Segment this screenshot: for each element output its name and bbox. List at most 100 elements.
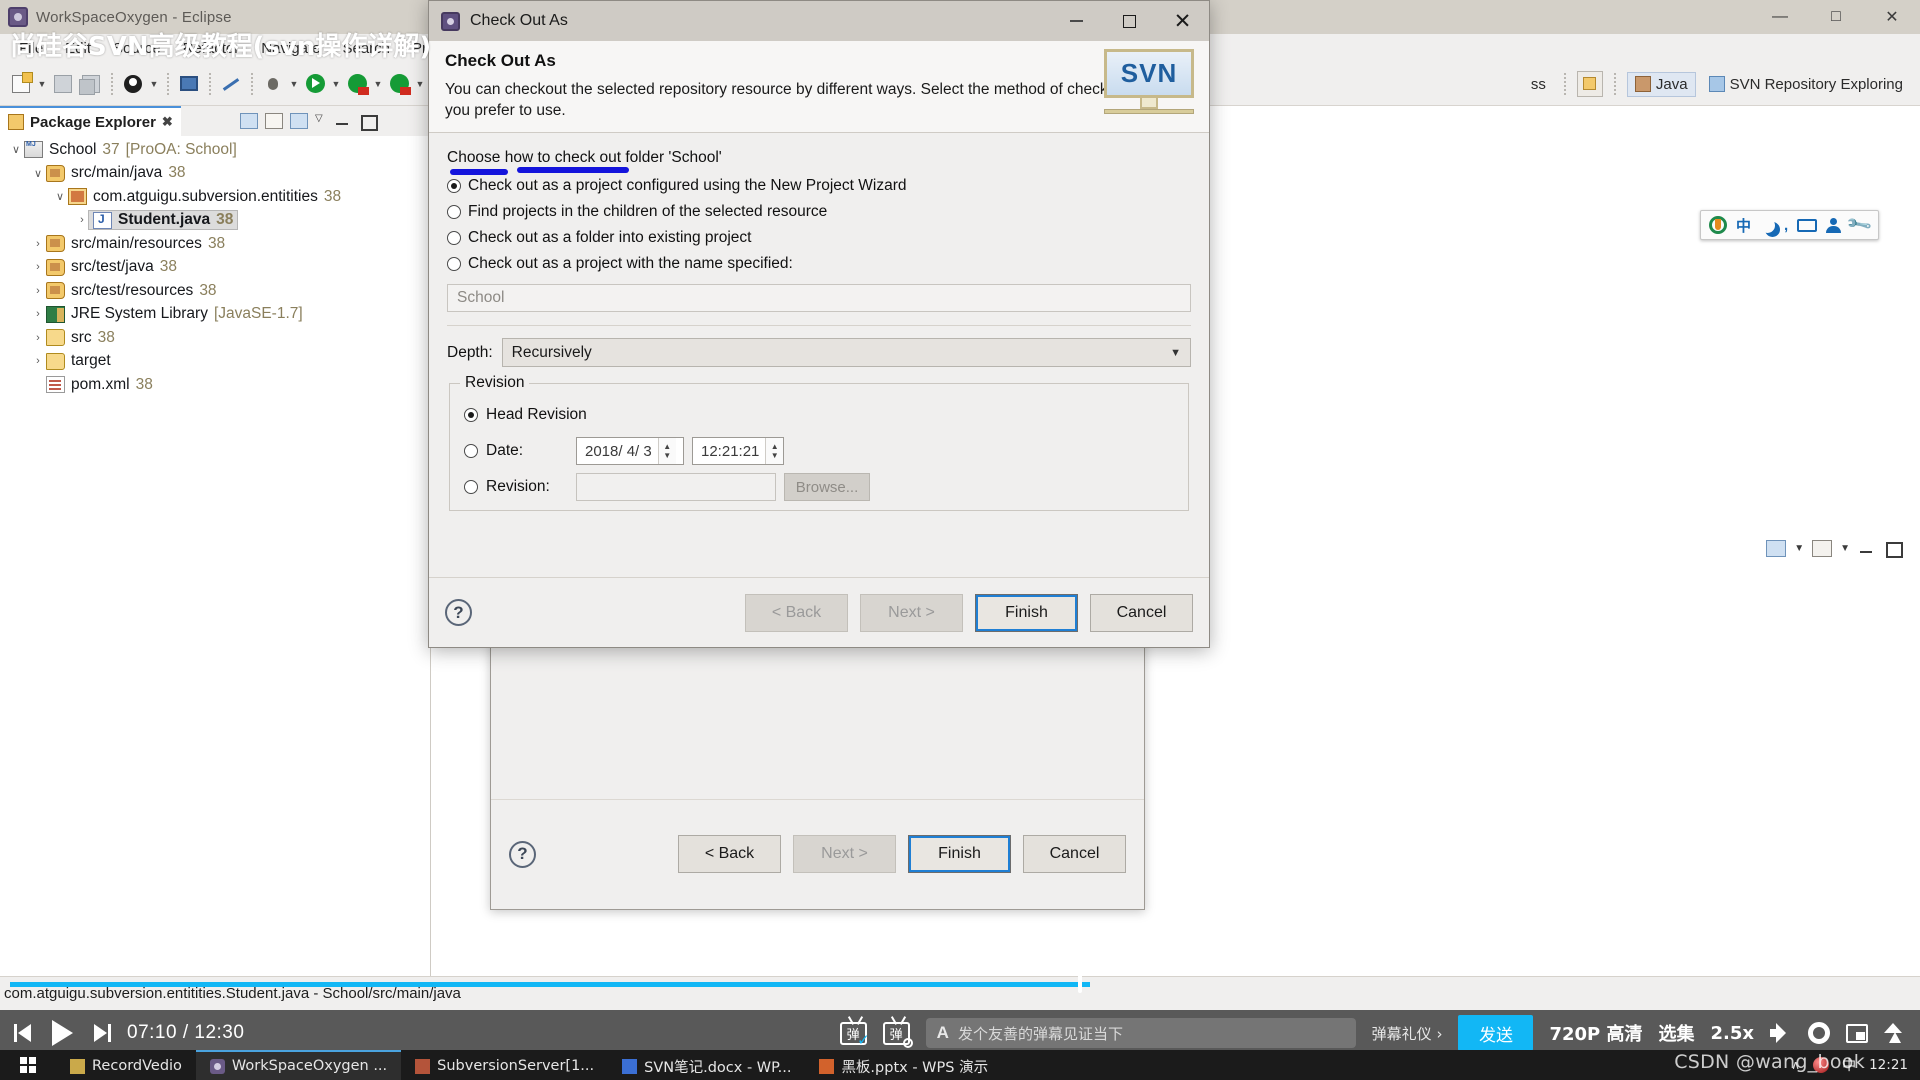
run-last-icon[interactable] xyxy=(386,71,412,97)
expand-arrow-icon[interactable]: › xyxy=(30,308,46,320)
radio-icon[interactable] xyxy=(447,256,461,271)
close-icon[interactable]: ✖ xyxy=(162,114,173,130)
close-icon[interactable]: ✕ xyxy=(1864,0,1920,34)
tab-package-explorer[interactable]: Package Explorer ✖ xyxy=(0,106,181,136)
browse-button[interactable]: Browse... xyxy=(784,473,870,501)
option-find-projects[interactable]: Find projects in the children of the sel… xyxy=(447,199,1191,224)
open-perspective-icon[interactable] xyxy=(1576,71,1603,97)
minimize-view-icon[interactable] xyxy=(1858,540,1876,557)
menu-refactor[interactable]: Refactor xyxy=(172,38,251,59)
skip-breakpoints-icon[interactable] xyxy=(218,71,244,97)
next-button[interactable]: Next > xyxy=(860,593,963,632)
save-all-icon[interactable] xyxy=(78,71,104,97)
perspective-partial[interactable]: ss xyxy=(1524,73,1553,96)
menu-search[interactable]: Search xyxy=(331,38,401,59)
option-project-with-name[interactable]: Check out as a project with the name spe… xyxy=(447,251,1191,276)
tree-item[interactable]: ∨ School 37 [ProOA: School] xyxy=(0,138,430,162)
menu-navigate[interactable]: Navigate xyxy=(250,38,331,59)
debug-icon[interactable] xyxy=(260,71,286,97)
finish-button[interactable]: Finish xyxy=(908,835,1011,873)
run-icon[interactable] xyxy=(302,71,328,97)
next-icon[interactable] xyxy=(89,1022,111,1044)
radio-icon[interactable] xyxy=(447,178,461,193)
new-dropdown-icon[interactable]: ▼ xyxy=(36,71,48,97)
next-button[interactable]: Next > xyxy=(793,835,896,873)
radio-icon[interactable] xyxy=(464,408,478,422)
expand-arrow-icon[interactable]: › xyxy=(30,332,46,344)
new-file-icon[interactable] xyxy=(8,71,34,97)
moon-icon[interactable] xyxy=(1760,218,1775,233)
tree-item[interactable]: › src/test/resources 38 xyxy=(0,279,430,303)
date-stepper-arrows[interactable]: ▲ ▼ xyxy=(657,438,676,464)
taskbar-item-eclipse[interactable]: WorkSpaceOxygen ... xyxy=(195,1050,402,1080)
expand-arrow-icon[interactable]: › xyxy=(30,261,46,273)
back-button[interactable]: < Back xyxy=(678,835,781,873)
sync-dropdown-icon[interactable]: ▼ xyxy=(1794,543,1804,554)
maximize-icon[interactable]: □ xyxy=(1808,0,1864,34)
project-name-input[interactable]: School xyxy=(447,284,1191,312)
tree-item[interactable]: › JRE System Library [JavaSE-1.7] xyxy=(0,303,430,327)
sync-view-icon[interactable] xyxy=(1766,540,1787,557)
minimize-view-icon[interactable] xyxy=(334,113,352,129)
console-icon[interactable] xyxy=(176,71,202,97)
date-stepper[interactable]: 2018/ 4/ 3 ▲ ▼ xyxy=(576,437,684,465)
depth-select[interactable]: Recursively ▼ xyxy=(501,338,1191,367)
taskbar-item-record-video[interactable]: RecordVedio xyxy=(56,1050,196,1080)
radio-icon[interactable] xyxy=(447,204,461,219)
fullscreen-icon[interactable] xyxy=(1884,1023,1906,1043)
expand-arrow-icon[interactable]: ∨ xyxy=(8,143,24,156)
time-stepper[interactable]: 12:21:21 ▲ ▼ xyxy=(692,437,784,465)
chevron-down-icon[interactable]: ▼ xyxy=(1170,347,1181,359)
perspective-svn-repository-exploring[interactable]: SVN Repository Exploring xyxy=(1702,73,1910,96)
menu-edit[interactable]: Edit xyxy=(54,38,102,59)
danmu-input[interactable]: A 发个友善的弹幕见证当下 xyxy=(925,1018,1356,1048)
cancel-button[interactable]: Cancel xyxy=(1023,835,1126,873)
play-icon[interactable] xyxy=(52,1020,73,1046)
radio-icon[interactable] xyxy=(447,230,461,245)
collapse-all-icon[interactable] xyxy=(240,113,258,129)
tree-item[interactable]: › src/main/resources 38 xyxy=(0,232,430,256)
tree-item[interactable]: ∨ src/main/java 38 xyxy=(0,162,430,186)
new-item-icon[interactable] xyxy=(1812,540,1833,557)
perspective-java[interactable]: Java xyxy=(1626,71,1696,97)
date-revision-row[interactable]: Date: 2018/ 4/ 3 ▲ ▼ 12:21:21 ▲ ▼ xyxy=(464,436,1174,466)
expand-arrow-icon[interactable]: › xyxy=(30,355,46,367)
settings-gear-icon[interactable] xyxy=(1808,1022,1830,1044)
menu-source[interactable]: Source xyxy=(102,38,172,59)
language-mode-icon[interactable]: 中 xyxy=(1736,215,1751,236)
radio-icon[interactable] xyxy=(464,444,478,458)
maximize-view-icon[interactable] xyxy=(359,113,378,131)
minimize-icon[interactable]: — xyxy=(1752,0,1808,34)
taskbar-item-blackboard-pptx[interactable]: 黑板.pptx - WPS 演示 xyxy=(805,1050,1002,1080)
tree-item[interactable]: ∨ com.atguigu.subversion.entitities 38 xyxy=(0,185,430,209)
back-button[interactable]: < Back xyxy=(745,593,848,632)
minimize-icon[interactable] xyxy=(1050,1,1103,41)
help-icon[interactable]: ? xyxy=(509,840,536,868)
expand-arrow-icon[interactable]: › xyxy=(30,285,46,297)
sogou-logo-icon[interactable] xyxy=(1709,216,1727,234)
maximize-icon[interactable] xyxy=(1103,1,1156,41)
debug-dropdown-icon[interactable]: ▼ xyxy=(288,71,300,97)
option-folder-into-existing[interactable]: Check out as a folder into existing proj… xyxy=(447,225,1191,250)
run-last-dropdown-icon[interactable]: ▼ xyxy=(414,71,426,97)
font-style-icon[interactable]: A xyxy=(937,1023,949,1043)
volume-icon[interactable] xyxy=(1770,1023,1792,1043)
cancel-button[interactable]: Cancel xyxy=(1090,593,1193,632)
wrench-icon[interactable]: 🔧 xyxy=(1845,211,1874,240)
save-icon[interactable] xyxy=(50,71,76,97)
radio-icon[interactable] xyxy=(464,480,478,494)
prev-icon[interactable] xyxy=(14,1022,36,1044)
close-icon[interactable]: ✕ xyxy=(1156,1,1209,41)
maximize-view-icon[interactable] xyxy=(1884,540,1903,558)
menu-file[interactable]: File xyxy=(8,38,54,59)
focus-on-active-task-icon[interactable] xyxy=(290,113,308,129)
user-icon[interactable] xyxy=(1826,217,1842,233)
danmu-etiquette-link[interactable]: 弹幕礼仪 › xyxy=(1372,1023,1443,1044)
tree-item[interactable]: › target xyxy=(0,350,430,374)
episodes-button[interactable]: 选集 xyxy=(1659,1020,1695,1046)
tree-item[interactable]: › src 38 xyxy=(0,326,430,350)
expand-arrow-icon[interactable]: ∨ xyxy=(30,167,46,180)
tree-item[interactable]: › src/test/java 38 xyxy=(0,256,430,280)
run-dropdown-icon[interactable]: ▼ xyxy=(330,71,342,97)
user-icon[interactable] xyxy=(120,71,146,97)
